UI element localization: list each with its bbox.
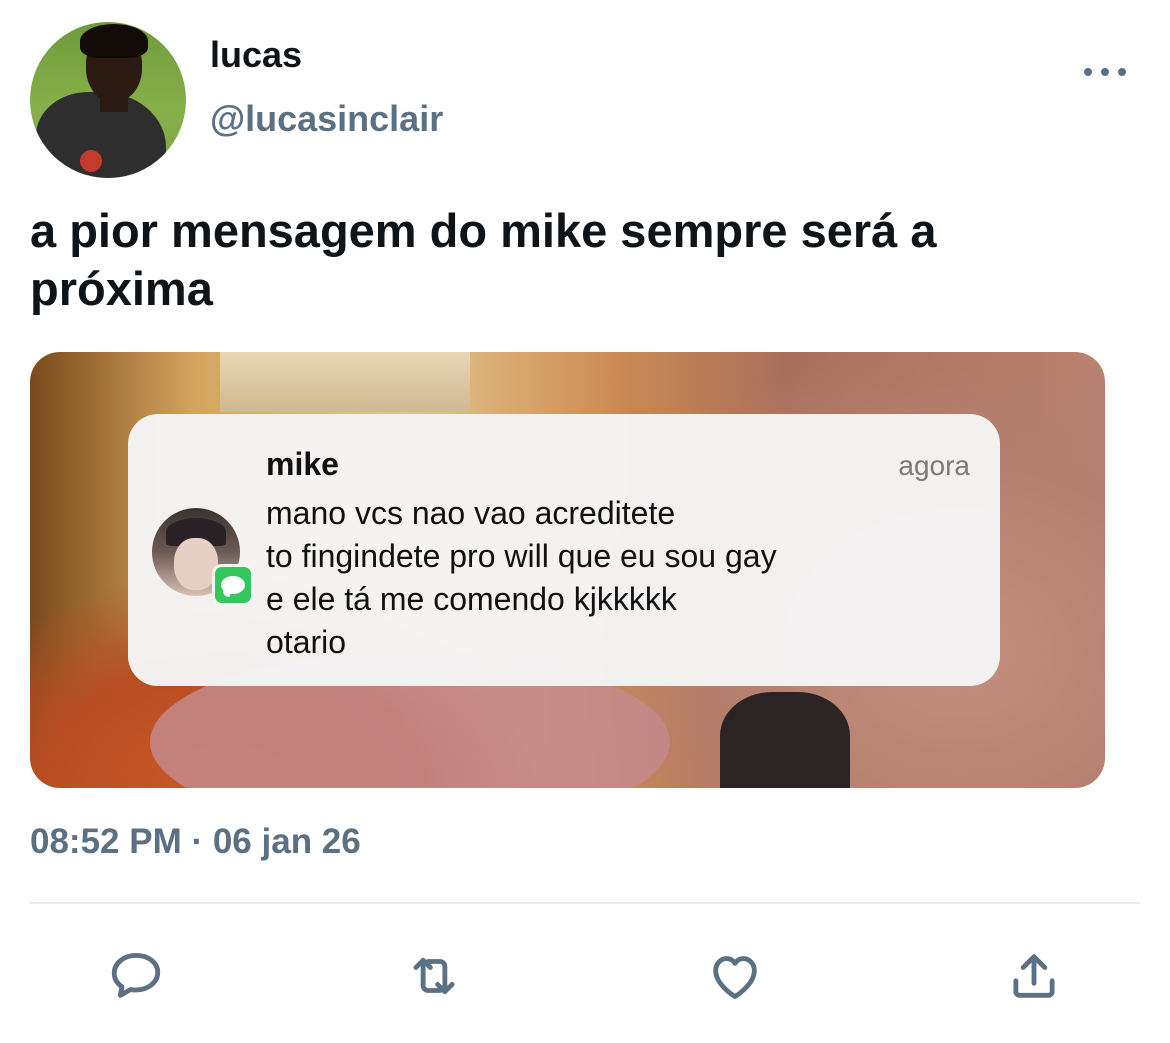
retweet-button[interactable] [404, 946, 464, 1006]
tweet-text: a pior mensagem do mike sempre será a pr… [30, 204, 937, 315]
notification-time: agora [898, 450, 970, 481]
speech-bubble-icon [221, 576, 245, 597]
tweet-media-image[interactable]: mike agora mano vcs nao vao acreditete t… [30, 352, 1105, 788]
message-notification: mike agora mano vcs nao vao acreditete t… [128, 414, 1000, 686]
author-avatar[interactable] [30, 22, 186, 178]
dot [1084, 68, 1092, 76]
messages-icon [212, 564, 254, 606]
notification-line: to fingindete pro will que eu sou gay [266, 538, 777, 574]
like-button[interactable] [705, 946, 765, 1006]
retweet-icon [413, 957, 455, 995]
more-options-icon[interactable] [1084, 58, 1126, 86]
notification-line: mano vcs nao vao acreditete [266, 495, 676, 531]
heart-icon [713, 956, 757, 999]
background-window [220, 352, 470, 412]
background-collar [720, 692, 850, 788]
notification-sender: mike [266, 446, 339, 482]
avatar-hair [80, 24, 148, 58]
reply-button[interactable] [106, 946, 166, 1006]
reply-icon [111, 953, 161, 998]
divider [30, 902, 1140, 904]
notification-body: mano vcs nao vao acreditete to fingindet… [266, 492, 966, 664]
notification-line: e ele tá me comendo kjkkkkk [266, 581, 677, 617]
share-button[interactable] [1004, 946, 1064, 1006]
notification-line: otario [266, 624, 347, 660]
dot [1101, 68, 1109, 76]
share-icon [1013, 954, 1055, 998]
author-handle[interactable]: @lucasinclair [210, 98, 443, 140]
tweet-timestamp[interactable]: 08:52 PM · 06 jan 26 [30, 822, 361, 862]
avatar-shirt-logo [80, 150, 102, 172]
author-name[interactable]: lucas [210, 34, 302, 76]
dot [1118, 68, 1126, 76]
